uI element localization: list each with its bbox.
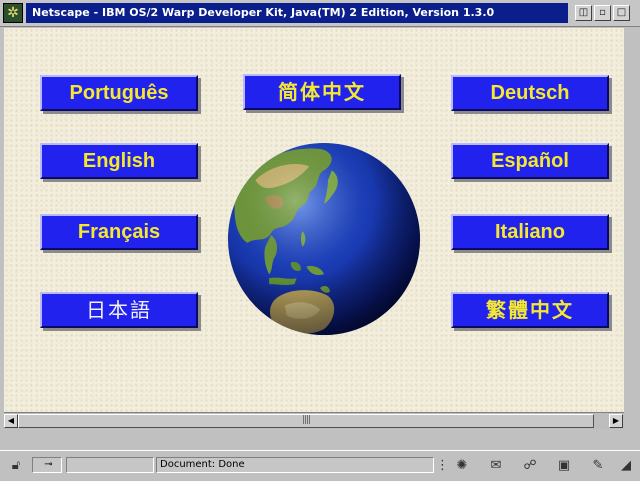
- system-menu-icon[interactable]: ✲: [3, 3, 23, 23]
- status-separator: ⋮: [436, 458, 449, 473]
- language-button-english[interactable]: English: [40, 143, 198, 179]
- status-message: Document: Done: [156, 457, 434, 473]
- language-button-traditional-chinese[interactable]: 繁體中文: [451, 292, 609, 328]
- language-button-francais[interactable]: Français: [40, 214, 198, 250]
- window-title: Netscape - IBM OS/2 Warp Developer Kit, …: [26, 3, 568, 23]
- scrollbar-thumb[interactable]: ||||: [18, 414, 594, 428]
- resize-grip-icon[interactable]: ◢: [618, 457, 634, 475]
- language-button-italiano[interactable]: Italiano: [451, 214, 609, 250]
- language-button-deutsch[interactable]: Deutsch: [451, 75, 609, 111]
- discussion-icon[interactable]: ☍: [520, 457, 540, 475]
- language-button-espanol[interactable]: Español: [451, 143, 609, 179]
- language-button-simplified-chinese[interactable]: 简体中文: [243, 74, 401, 110]
- status-bar: 🔓︎ ⊸ Document: Done ⋮ ✺ ✉ ☍ ▣ ✎ ◢: [0, 450, 640, 481]
- minimize-button[interactable]: ▫: [594, 5, 611, 21]
- scroll-right-button[interactable]: ▶: [609, 414, 623, 428]
- window-frame-right: [624, 28, 640, 412]
- scroll-left-button[interactable]: ◀: [4, 414, 18, 428]
- lock-icon[interactable]: 🔓︎: [6, 457, 26, 475]
- horizontal-scrollbar[interactable]: ◀ |||| ▶: [4, 412, 624, 429]
- navigator-icon[interactable]: ✺: [452, 457, 472, 475]
- mail-icon[interactable]: ✉: [486, 457, 506, 475]
- language-button-portugues[interactable]: Português: [40, 75, 198, 111]
- language-button-japanese[interactable]: 日本語: [40, 292, 198, 328]
- progress-field: [66, 457, 154, 473]
- globe-image: [227, 142, 421, 336]
- composer-icon[interactable]: ▣: [554, 457, 574, 475]
- title-bar: ✲ Netscape - IBM OS/2 Warp Developer Kit…: [0, 0, 640, 27]
- page-content: Português 简体中文 Deutsch English Español F…: [4, 28, 624, 412]
- maximize-button[interactable]: □: [613, 5, 630, 21]
- connection-icon: ⊸: [32, 457, 62, 473]
- restore-button[interactable]: ◫: [575, 5, 592, 21]
- edit-icon[interactable]: ✎: [588, 457, 608, 475]
